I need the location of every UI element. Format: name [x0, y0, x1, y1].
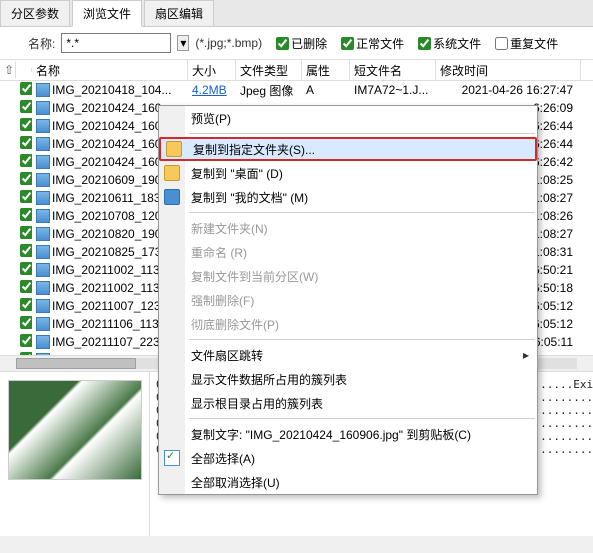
row-checkbox[interactable]: [20, 82, 32, 95]
image-icon: [36, 101, 50, 115]
cm-rename: 重命名 (R): [159, 240, 537, 264]
name-label: 名称:: [28, 35, 55, 52]
cm-perm-delete: 彻底删除文件(P): [159, 312, 537, 336]
file-name: IMG_20211002_113...: [52, 263, 170, 277]
image-icon: [36, 317, 50, 331]
thumbnail-box: [0, 372, 150, 536]
chk-repeat[interactable]: 重复文件: [495, 35, 558, 52]
row-checkbox[interactable]: [20, 172, 32, 185]
folder-icon: [164, 165, 180, 181]
row-checkbox[interactable]: [20, 316, 32, 329]
up-icon[interactable]: ⇧: [0, 61, 16, 79]
row-checkbox[interactable]: [20, 244, 32, 257]
image-icon: [36, 335, 50, 349]
filter-bar: 名称: ▾ (*.jpg;*.bmp) 已删除 正常文件 系统文件 重复文件: [0, 27, 593, 59]
cm-sector-jump[interactable]: 文件扇区跳转▸: [159, 343, 537, 367]
file-name: IMG_20210708_120...: [52, 209, 171, 223]
image-icon: [36, 83, 50, 97]
cm-copy-to-folder[interactable]: 复制到指定文件夹(S)...: [159, 137, 537, 161]
row-checkbox[interactable]: [20, 118, 32, 131]
cm-show-root-cluster[interactable]: 显示根目录占用的簇列表: [159, 391, 537, 415]
col-short[interactable]: 短文件名: [350, 60, 436, 81]
row-checkbox[interactable]: [20, 334, 32, 347]
file-name: IMG_20211007_123...: [52, 299, 171, 313]
file-name: IMG_20210424_160...: [52, 155, 171, 169]
cm-preview[interactable]: 预览(P): [159, 106, 537, 130]
file-name: IMG_20211002_113...: [52, 281, 170, 295]
row-checkbox[interactable]: [20, 208, 32, 221]
chk-system[interactable]: 系统文件: [418, 35, 481, 52]
chk-deleted[interactable]: 已删除: [276, 35, 327, 52]
file-name: IMG_20210820_190...: [52, 227, 171, 241]
image-icon: [36, 191, 50, 205]
row-checkbox[interactable]: [20, 226, 32, 239]
chk-normal[interactable]: 正常文件: [341, 35, 404, 52]
file-type: Jpeg 图像: [236, 82, 302, 99]
col-date[interactable]: 修改时间: [436, 60, 581, 81]
image-icon: [36, 137, 50, 151]
name-filter-input[interactable]: [61, 33, 171, 53]
image-icon: [36, 155, 50, 169]
cm-new-folder: 新建文件夹(N): [159, 216, 537, 240]
cm-select-all[interactable]: 全部选择(A): [159, 446, 537, 470]
col-type[interactable]: 文件类型: [236, 60, 302, 81]
tab-partition-params[interactable]: 分区参数: [0, 0, 70, 26]
thumbnail-image: [8, 380, 142, 480]
chevron-right-icon: ▸: [523, 348, 529, 362]
file-size[interactable]: 4.2MB: [188, 83, 236, 97]
file-short: IM7A72~1.J...: [350, 83, 436, 97]
file-name: IMG_20210609_190...: [52, 173, 171, 187]
cm-copy-partition: 复制文件到当前分区(W): [159, 264, 537, 288]
image-icon: [36, 263, 50, 277]
ext-label: (*.jpg;*.bmp): [195, 36, 262, 50]
file-attr: A: [302, 83, 350, 97]
cm-force-delete: 强制删除(F): [159, 288, 537, 312]
check-icon: [164, 450, 180, 466]
file-name: IMG_20210424_160...: [52, 119, 171, 133]
tab-browse-files[interactable]: 浏览文件: [72, 0, 142, 27]
col-size[interactable]: 大小: [188, 60, 236, 81]
image-icon: [36, 119, 50, 133]
image-icon: [36, 227, 50, 241]
tab-bar: 分区参数 浏览文件 扇区编辑: [0, 0, 593, 27]
row-checkbox[interactable]: [20, 100, 32, 113]
file-name: IMG_20210418_104...: [52, 83, 171, 97]
cm-copy-docs[interactable]: 复制到 "我的文档" (M): [159, 185, 537, 209]
dropdown-icon[interactable]: ▾: [177, 35, 189, 51]
image-icon: [36, 299, 50, 313]
cm-copy-desktop[interactable]: 复制到 "桌面" (D): [159, 161, 537, 185]
image-icon: [36, 281, 50, 295]
image-icon: [36, 245, 50, 259]
table-row[interactable]: IMG_20210418_104... 4.2MBJpeg 图像AIM7A72~1…: [0, 81, 593, 99]
file-name: IMG_20211107_223...: [52, 335, 170, 349]
row-checkbox[interactable]: [20, 298, 32, 311]
row-checkbox[interactable]: [20, 190, 32, 203]
row-checkbox[interactable]: [20, 280, 32, 293]
file-date: 2021-04-26 16:27:47: [436, 83, 581, 97]
file-name: IMG_20211106_113...: [52, 317, 169, 331]
col-attr[interactable]: 属性: [302, 60, 350, 81]
file-name: IMG_20210424_160...: [52, 101, 171, 115]
folder-icon: [166, 141, 182, 157]
folder-icon: [164, 189, 180, 205]
row-checkbox[interactable]: [20, 136, 32, 149]
image-icon: [36, 209, 50, 223]
cm-deselect-all[interactable]: 全部取消选择(U): [159, 470, 537, 494]
grid-header: ⇧ 名称 大小 文件类型 属性 短文件名 修改时间: [0, 59, 593, 81]
cm-show-cluster[interactable]: 显示文件数据所占用的簇列表: [159, 367, 537, 391]
file-name: IMG_20210424_160...: [52, 137, 171, 151]
tab-sector-edit[interactable]: 扇区编辑: [144, 0, 214, 26]
row-checkbox[interactable]: [20, 262, 32, 275]
context-menu: 预览(P) 复制到指定文件夹(S)... 复制到 "桌面" (D) 复制到 "我…: [158, 105, 538, 495]
cm-copy-text[interactable]: 复制文字: "IMG_20210424_160906.jpg" 到剪贴板(C): [159, 422, 537, 446]
file-name: IMG_20210825_173...: [52, 245, 171, 259]
file-name: IMG_20210611_183...: [52, 191, 171, 205]
row-checkbox[interactable]: [20, 154, 32, 167]
col-name[interactable]: 名称: [32, 60, 188, 81]
image-icon: [36, 173, 50, 187]
